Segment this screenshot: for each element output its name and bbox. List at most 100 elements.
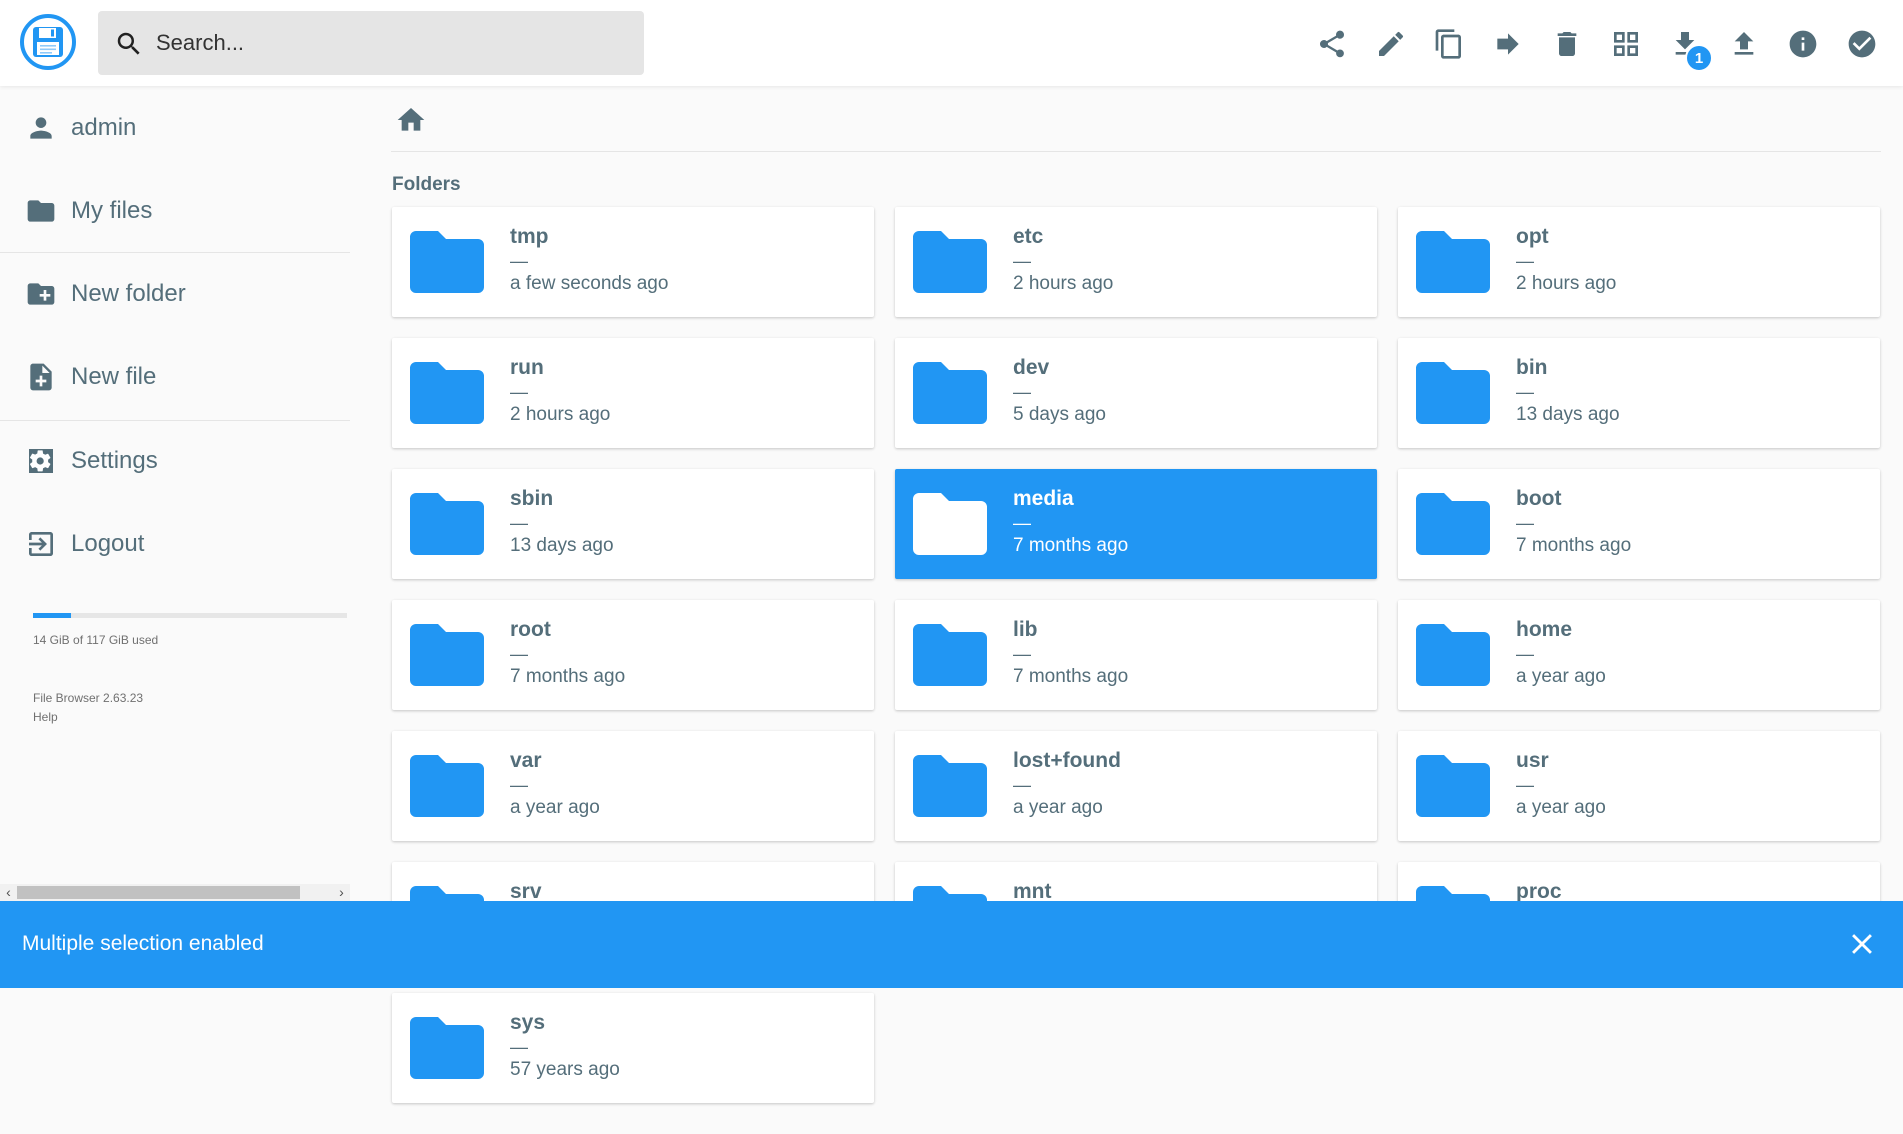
- folder-card[interactable]: lost+found — a year ago: [895, 731, 1377, 841]
- folder-size: —: [510, 1037, 528, 1057]
- folder-name: var: [510, 749, 542, 772]
- storage-quota-text: 14 GiB of 117 GiB used: [33, 633, 159, 647]
- folder-card[interactable]: var — a year ago: [392, 731, 874, 841]
- folder-icon: [410, 1015, 484, 1079]
- folder-size: —: [1013, 513, 1031, 533]
- folder-modified: 5 days ago: [1013, 404, 1106, 425]
- logout-icon: [25, 528, 57, 560]
- folder-icon: [410, 229, 484, 293]
- folder-modified: 57 years ago: [510, 1059, 620, 1080]
- breadcrumb-divider: [391, 151, 1881, 152]
- folder-modified: 13 days ago: [510, 535, 614, 556]
- folder-icon: [410, 360, 484, 424]
- home-icon[interactable]: [395, 104, 427, 136]
- pencil-icon: [1379, 31, 1404, 56]
- search-icon: [117, 32, 140, 55]
- folder-name: home: [1516, 618, 1573, 641]
- folder-modified: a few seconds ago: [510, 273, 669, 294]
- folder-icon: [913, 491, 987, 555]
- folder-name: usr: [1516, 749, 1549, 772]
- folder-card[interactable]: tmp — a few seconds ago: [392, 207, 874, 317]
- folder-modified: 2 hours ago: [1516, 273, 1617, 294]
- folder-size: —: [1013, 775, 1031, 795]
- scroll-right-arrow-icon[interactable]: ›: [333, 884, 350, 901]
- rename-button[interactable]: [1369, 22, 1413, 66]
- sidebar-item-label: My files: [71, 197, 153, 224]
- folder-size: —: [1516, 513, 1534, 533]
- download-count-badge: 1: [1685, 44, 1713, 72]
- storage-quota-bar: [33, 613, 347, 618]
- switch-view-button[interactable]: [1604, 22, 1648, 66]
- folder-name: tmp: [510, 225, 549, 248]
- new-file-icon: [25, 361, 57, 393]
- copy-button[interactable]: [1427, 22, 1471, 66]
- info-icon: [1789, 30, 1817, 58]
- folder-size: —: [1516, 644, 1534, 664]
- folder-modified: 13 days ago: [1516, 404, 1620, 425]
- move-button[interactable]: [1486, 22, 1530, 66]
- delete-button[interactable]: [1545, 22, 1589, 66]
- folder-icon: [1416, 229, 1490, 293]
- folder-card[interactable]: etc —2 hours ago: [895, 207, 1377, 317]
- folder-size: —: [510, 251, 528, 271]
- folders-section-title: Folders: [392, 174, 461, 195]
- folder-card[interactable]: bin —13 days ago: [1398, 338, 1880, 448]
- folder-modified: 7 months ago: [510, 666, 626, 687]
- folder-icon: [410, 622, 484, 686]
- folder-name: dev: [1013, 356, 1050, 379]
- folder-name: etc: [1013, 225, 1044, 248]
- folder-name: run: [510, 356, 544, 379]
- sidebar: admin My files New folder New file Setti…: [0, 86, 350, 901]
- folder-card[interactable]: usr — a year ago: [1398, 731, 1880, 841]
- sidebar-divider: [0, 252, 350, 253]
- folder-card[interactable]: media —7 months ago: [895, 469, 1377, 579]
- folder-size: —: [510, 644, 528, 664]
- folder-name: lost+found: [1013, 749, 1121, 772]
- folder-name: sbin: [510, 487, 554, 510]
- folder-card[interactable]: opt —2 hours ago: [1398, 207, 1880, 317]
- folder-card[interactable]: sbin —13 days ago: [392, 469, 874, 579]
- sidebar-item-my-files[interactable]: My files: [0, 179, 350, 243]
- folder-modified: a year ago: [1013, 797, 1103, 818]
- info-button[interactable]: [1781, 22, 1825, 66]
- folder-size: —: [1013, 382, 1031, 402]
- download-button[interactable]: 1: [1663, 22, 1713, 72]
- sidebar-item-new-folder[interactable]: New folder: [0, 262, 350, 326]
- version-text: File Browser 2.63.23: [33, 691, 144, 705]
- snackbar: Multiple selection enabled: [0, 901, 1903, 988]
- sidebar-item-new-file[interactable]: New file: [0, 345, 350, 409]
- folder-card[interactable]: lib —7 months ago: [895, 600, 1377, 710]
- folder-card[interactable]: root —7 months ago: [392, 600, 874, 710]
- folder-card[interactable]: dev —5 days ago: [895, 338, 1377, 448]
- folder-size: —: [510, 775, 528, 795]
- folder-card[interactable]: home — a year ago: [1398, 600, 1880, 710]
- share-button[interactable]: [1310, 22, 1354, 66]
- folder-card[interactable]: run —2 hours ago: [392, 338, 874, 448]
- folder-icon: [25, 195, 57, 227]
- folder-modified: a year ago: [1516, 666, 1606, 687]
- upload-button[interactable]: [1722, 22, 1766, 66]
- storage-quota-fill: [33, 613, 71, 618]
- app-logo[interactable]: [20, 14, 76, 70]
- help-link[interactable]: Help: [33, 708, 143, 727]
- close-icon[interactable]: [1845, 927, 1879, 961]
- breadcrumb: [391, 100, 1881, 152]
- select-multiple-button[interactable]: [1840, 22, 1884, 66]
- folder-size: —: [510, 382, 528, 402]
- trash-icon: [1557, 32, 1577, 56]
- sidebar-horizontal-scrollbar[interactable]: ‹ ›: [0, 884, 350, 901]
- new-folder-icon: [25, 278, 57, 310]
- folder-icon: [913, 229, 987, 293]
- scrollbar-thumb[interactable]: [17, 886, 300, 899]
- check-circle-icon: [1848, 30, 1876, 58]
- folder-card[interactable]: sys —57 years ago: [392, 993, 874, 1103]
- sidebar-item-admin[interactable]: admin: [0, 96, 350, 160]
- search-bar[interactable]: [98, 11, 644, 75]
- sidebar-item-settings[interactable]: Settings: [0, 429, 350, 493]
- arrow-right-icon: [1497, 33, 1519, 55]
- scroll-left-arrow-icon[interactable]: ‹: [0, 884, 17, 901]
- sidebar-item-logout[interactable]: Logout: [0, 512, 350, 576]
- search-input[interactable]: [156, 11, 626, 75]
- folder-card[interactable]: boot —7 months ago: [1398, 469, 1880, 579]
- snackbar-message: Multiple selection enabled: [22, 932, 264, 955]
